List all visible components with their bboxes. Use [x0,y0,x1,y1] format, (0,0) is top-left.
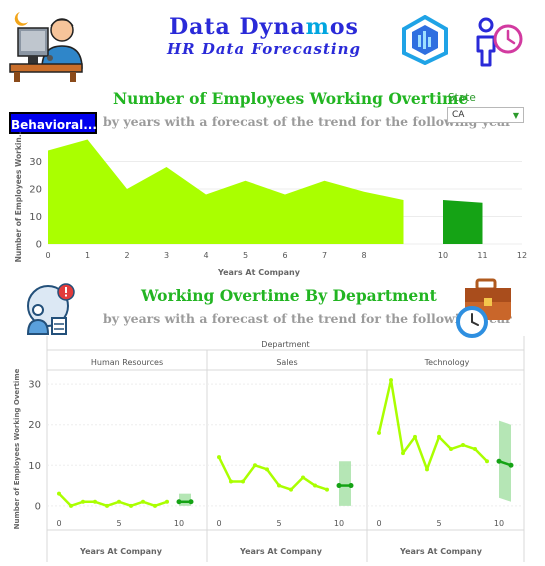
data-point [81,499,85,504]
data-point [229,479,233,484]
forecast-area [443,200,483,244]
data-point [313,483,317,488]
x-tick-label: 5 [116,519,121,528]
forecast-point [496,458,502,464]
data-point [325,487,329,492]
x-tick-label: 10 [334,519,344,528]
forecast-band [339,461,351,506]
data-point [93,499,97,504]
data-point [265,467,269,472]
x-tick-label: 0 [216,519,221,528]
x-tick-label: 10 [494,519,504,528]
data-point [289,487,293,492]
data-point [57,491,61,496]
x-tick-label: 5 [243,251,248,260]
panel-header: Sales [276,358,297,367]
employee-time-icon [470,13,530,69]
data-point [377,430,381,435]
company-logo-icon [402,14,448,66]
state-filter-value: CA [452,110,465,120]
y-tick-label: 10 [28,461,41,472]
briefcase-clock-icon [455,278,521,340]
x-tick-label: 8 [361,251,366,260]
y-tick-label: 30 [29,157,42,168]
x-tick-label: 10 [438,251,448,260]
data-point [461,443,465,447]
data-point [105,503,109,508]
x-tick-label: 0 [45,251,50,260]
bottom-chart-title: Working Overtime By Department [141,286,437,305]
data-point [301,475,305,480]
data-point [165,499,169,504]
data-point [413,434,417,439]
data-point [141,499,145,504]
x-axis-title: Years At Company [399,547,483,556]
forecast-point [188,499,194,505]
panel-header: Human Resources [91,358,163,367]
data-point [473,447,477,452]
forecast-point [508,462,514,468]
y-tick-label: 20 [29,185,42,196]
column-header: Department [261,340,309,349]
series-line [58,492,168,508]
alert-worker-icon [18,280,80,338]
y-axis-title: Number of Employees Working Overtime [13,368,21,529]
x-axis-title: Years At Company [79,547,163,556]
x-tick-label: 1 [85,251,90,260]
series-line [217,456,328,491]
brand-title: Data Dynamos [169,14,359,40]
state-filter-dropdown[interactable]: CA ▼ [447,107,524,123]
data-point [425,467,429,472]
x-tick-label: 6 [282,251,287,260]
x-tick-label: 4 [203,251,208,260]
x-tick-label: 5 [436,519,441,528]
data-point [437,434,441,439]
bottom-chart: Department 0 10 20 30 Number of Employees Wor… [13,336,525,562]
x-tick-label: 5 [276,519,281,528]
x-tick-label: 2 [124,251,129,260]
x-tick-label: 12 [517,251,527,260]
moon-icon [14,12,28,26]
x-axis-title: Years At Company [217,268,301,277]
y-tick-label: 10 [29,212,42,223]
worker-at-computer-icon [8,6,84,84]
data-point [253,463,257,468]
x-tick-label: 0 [56,519,61,528]
forecast-point [176,499,182,505]
x-tick-label: 11 [477,251,487,260]
x-tick-label: 0 [376,519,381,528]
data-point [277,483,281,488]
data-point [129,503,133,508]
history-area [48,139,404,244]
data-point [449,447,453,452]
top-chart: 01020300 1 2 3 4 5 6 7 8 10 11 12Years At CompanyNu… [14,131,527,277]
brand-subtitle: HR Data Forecasting [166,40,362,58]
data-point [485,459,489,464]
data-point [217,455,221,460]
x-tick-label: 3 [164,251,169,260]
data-point [69,503,73,508]
forecast-point [336,483,342,489]
dropdown-caret-icon: ▼ [512,111,519,120]
x-tick-label: 10 [174,519,184,528]
data-point [241,479,245,484]
data-point [401,451,405,456]
y-axis-title: Number of Employees Workin.. [14,131,23,262]
x-axis-title: Years At Company [239,547,323,556]
y-tick-label: 0 [36,240,42,251]
bottom-chart-subtitle: by years with a forecast of the trend fo… [103,311,512,326]
data-point [389,378,393,383]
y-tick-label: 0 [35,501,41,512]
forecast-band [179,493,191,506]
y-tick-label: 30 [28,380,41,391]
x-tick-label: 7 [322,251,327,260]
data-point [153,503,157,508]
y-tick-label: 20 [28,420,41,431]
top-chart-title: Number of Employees Working Overtime [113,89,469,108]
state-filter-label: State [448,92,476,104]
forecast-point [348,483,354,489]
data-point [117,499,121,504]
panel-header: Technology [424,358,470,367]
